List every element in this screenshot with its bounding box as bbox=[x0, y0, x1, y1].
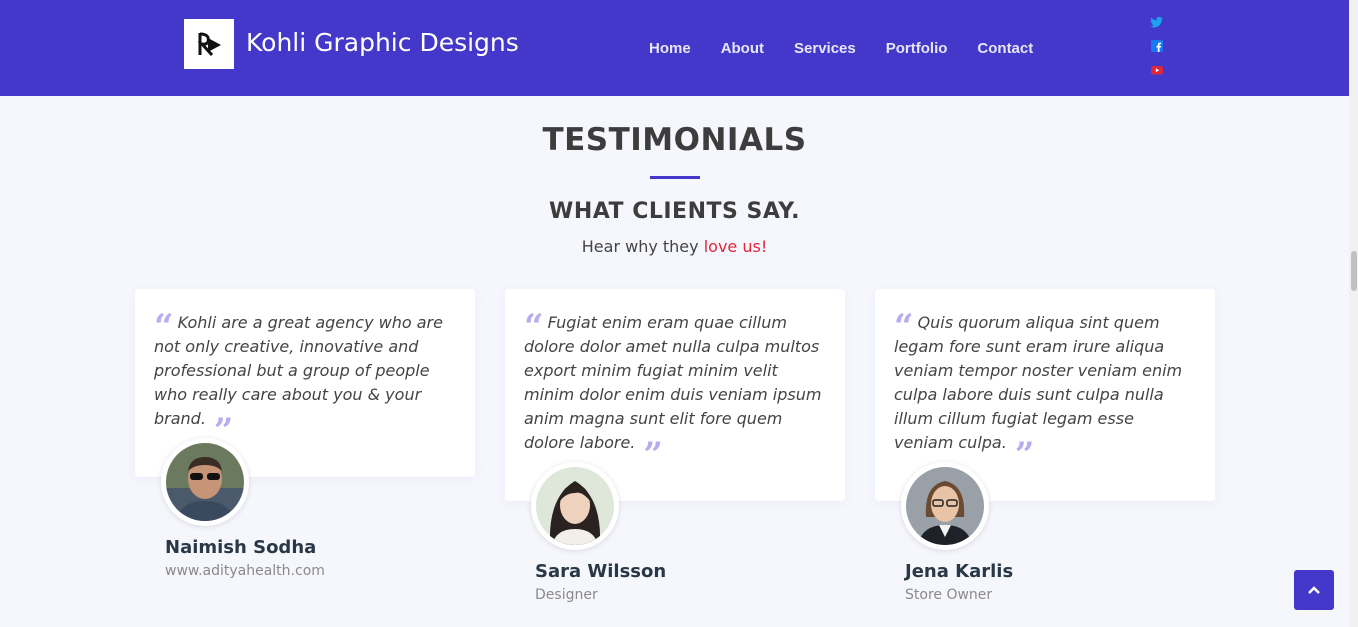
client-name: Naimish Sodha bbox=[165, 537, 317, 558]
youtube-icon[interactable] bbox=[1150, 63, 1164, 77]
nav-portfolio[interactable]: Portfolio bbox=[886, 40, 948, 57]
facebook-icon[interactable] bbox=[1150, 39, 1164, 53]
nav-contact[interactable]: Contact bbox=[977, 40, 1033, 57]
quote-close-icon: ” bbox=[1014, 435, 1035, 475]
client-role: www.adityahealth.com bbox=[165, 563, 325, 579]
site-header: Kohli Graphic Designs Home About Service… bbox=[0, 0, 1349, 96]
quote-close-icon: ” bbox=[643, 435, 663, 475]
testimonial-quote: “Fugiat enim eram quae cillum dolore dol… bbox=[524, 310, 825, 472]
nav-home[interactable]: Home bbox=[649, 40, 691, 57]
logo[interactable] bbox=[184, 19, 234, 69]
twitter-icon[interactable] bbox=[1150, 15, 1164, 29]
quote-text: Quis quorum aliqua sint quem legam fore … bbox=[894, 313, 1183, 452]
logo-icon bbox=[197, 32, 221, 57]
back-to-top-button[interactable] bbox=[1294, 570, 1334, 610]
quote-text: Fugiat enim eram quae cillum dolore dolo… bbox=[524, 313, 822, 452]
scrollbar-thumb[interactable] bbox=[1351, 251, 1357, 291]
page-scrollbar[interactable] bbox=[1349, 0, 1358, 627]
client-role: Designer bbox=[535, 587, 598, 603]
testimonial-quote: “Kohli are a great agency who are not on… bbox=[154, 310, 455, 448]
title-underline bbox=[650, 176, 700, 179]
main-nav: Home About Services Portfolio Contact bbox=[649, 40, 1063, 57]
client-name: Jena Karlis bbox=[905, 561, 1014, 582]
nav-services[interactable]: Services bbox=[794, 40, 856, 57]
avatar bbox=[901, 462, 989, 550]
avatar bbox=[531, 462, 619, 550]
client-role: Store Owner bbox=[905, 587, 993, 603]
brand-name[interactable]: Kohli Graphic Designs bbox=[246, 28, 519, 57]
section-title: TESTIMONIALS bbox=[542, 122, 807, 158]
quote-text: Kohli are a great agency who are not onl… bbox=[154, 313, 443, 428]
tagline-highlight: love us! bbox=[703, 237, 768, 256]
section-tagline: Hear why they love us! bbox=[0, 237, 1349, 256]
social-links bbox=[1150, 15, 1164, 87]
testimonial-quote: “Quis quorum aliqua sint quem legam fore… bbox=[894, 310, 1195, 472]
nav-about[interactable]: About bbox=[721, 40, 764, 57]
tagline-prefix: Hear why they bbox=[581, 237, 704, 256]
client-name: Sara Wilsson bbox=[535, 561, 667, 582]
chevron-up-icon bbox=[1308, 586, 1320, 594]
avatar bbox=[161, 438, 249, 526]
section-subtitle: WHAT CLIENTS SAY. bbox=[549, 199, 800, 224]
